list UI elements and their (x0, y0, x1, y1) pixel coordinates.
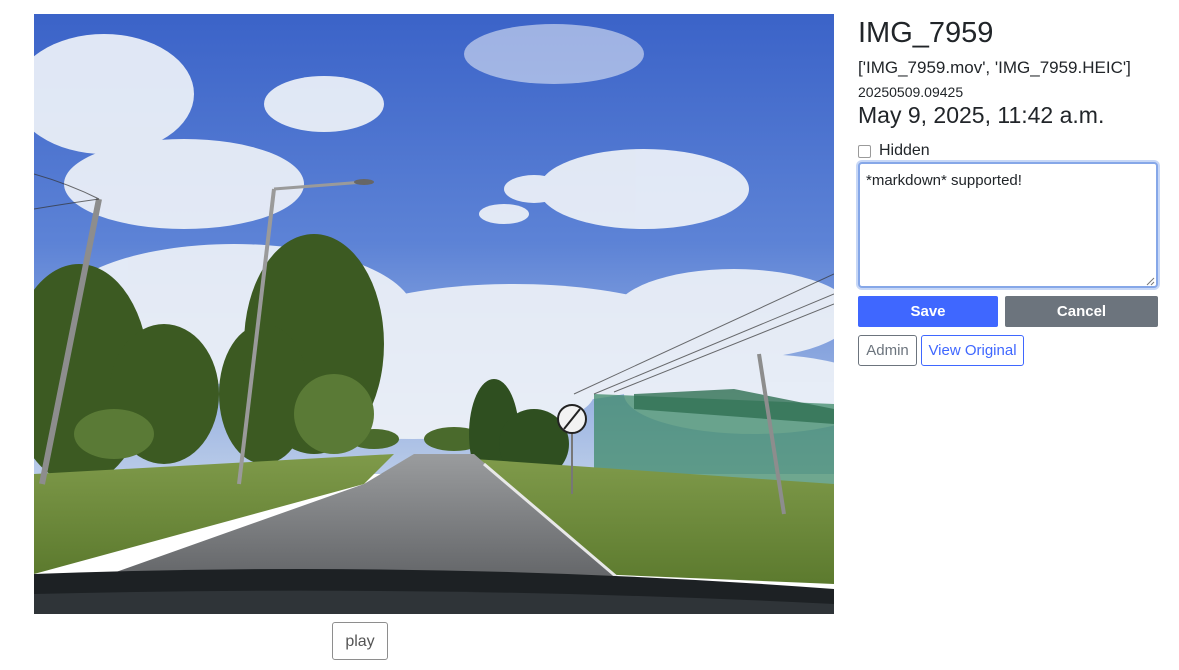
page-title: IMG_7959 (858, 17, 994, 49)
hidden-toggle[interactable]: Hidden (858, 142, 930, 160)
admin-button[interactable]: Admin (858, 335, 917, 366)
cancel-button[interactable]: Cancel (1005, 296, 1158, 327)
hidden-checkbox[interactable] (858, 144, 871, 158)
file-list: ['IMG_7959.mov', 'IMG_7959.HEIC'] (858, 58, 1131, 77)
hidden-label: Hidden (879, 142, 930, 159)
road-photo-image (34, 14, 834, 614)
capture-code: 20250509.09425 (858, 84, 964, 100)
view-original-button[interactable]: View Original (921, 335, 1024, 366)
notes-textarea[interactable]: *markdown* supported! (858, 162, 1158, 288)
play-button[interactable]: play (332, 622, 388, 660)
capture-date: May 9, 2025, 11:42 a.m. (858, 102, 1105, 128)
photo (34, 14, 834, 614)
save-button[interactable]: Save (858, 296, 998, 327)
resize-handle-icon[interactable] (1146, 277, 1155, 286)
